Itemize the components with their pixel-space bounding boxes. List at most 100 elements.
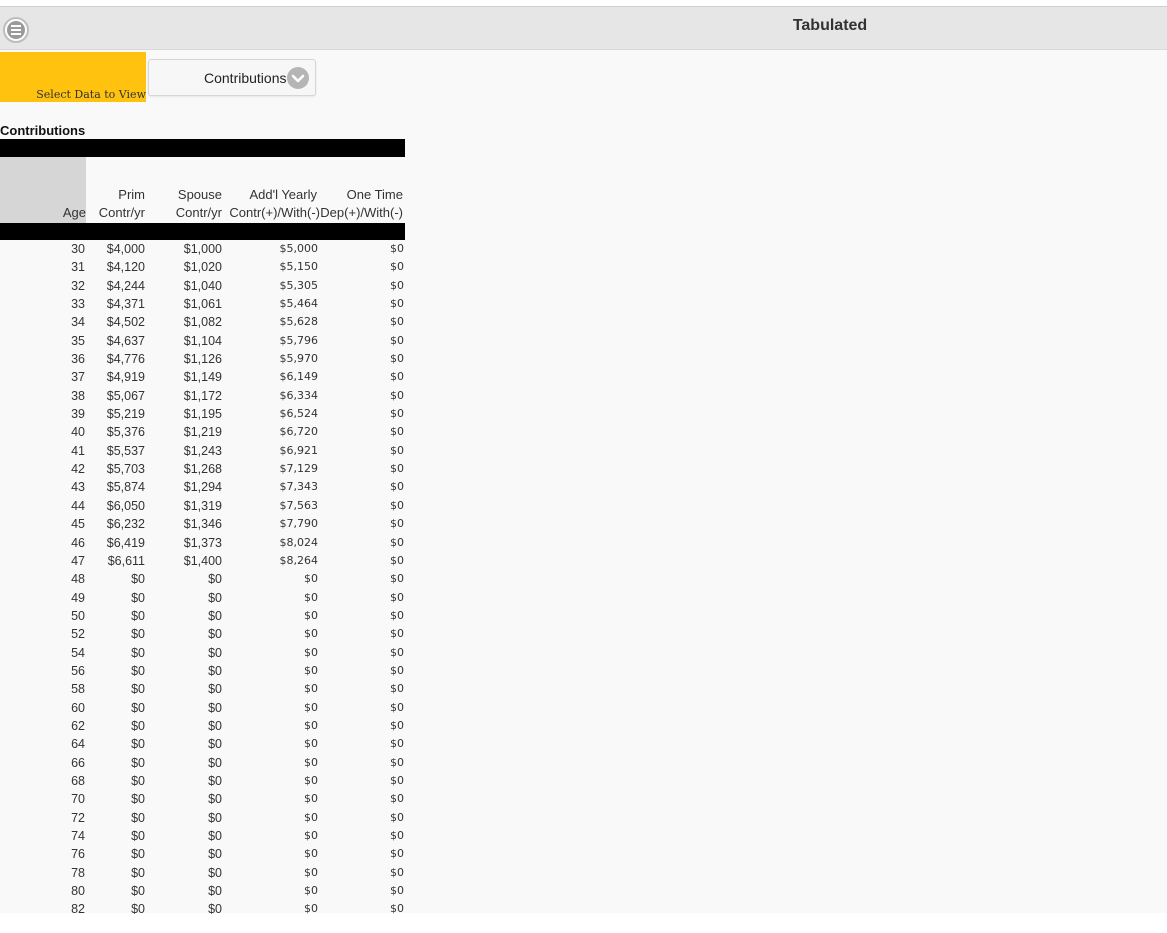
addl-yearly-cell: $0 (304, 700, 318, 714)
one-time-cell: $0 (390, 645, 404, 659)
prim-contr-cell: $4,919 (106, 370, 145, 385)
addl-yearly-cell: $5,970 (279, 352, 319, 366)
data-view-dropdown[interactable]: Contributions (148, 59, 316, 96)
addl-yearly-cell: $0 (304, 645, 318, 659)
table-row: 68 $0 $0 $0 $0 (0, 772, 405, 790)
table-row: 80 $0 $0 $0 $0 (0, 882, 405, 900)
age-cell: 49 (71, 590, 85, 605)
prim-contr-cell: $5,219 (106, 407, 145, 422)
addl-yearly-cell: $6,921 (279, 443, 319, 457)
header-onetime-line2: Dep(+)/With(-) (320, 205, 403, 220)
spouse-contr-cell: $1,373 (183, 535, 222, 550)
table-header-bar (0, 223, 405, 240)
spouse-contr-cell: $1,268 (183, 462, 222, 477)
age-cell: 80 (71, 884, 85, 899)
prim-contr-cell: $0 (131, 590, 145, 605)
menu-button[interactable] (3, 17, 29, 43)
addl-yearly-cell: $0 (304, 572, 318, 586)
addl-yearly-cell: $7,129 (279, 462, 319, 476)
spouse-contr-cell: $1,040 (183, 278, 222, 293)
age-cell: 35 (71, 333, 85, 348)
app-title: Tabulated (792, 17, 868, 34)
age-cell: 41 (71, 443, 85, 458)
one-time-cell: $0 (390, 498, 404, 512)
age-cell: 78 (71, 865, 85, 880)
table-row: 64 $0 $0 $0 $0 (0, 735, 405, 753)
addl-yearly-cell: $7,343 (279, 480, 319, 494)
one-time-cell: $0 (390, 865, 404, 879)
prim-contr-cell: $0 (131, 700, 145, 715)
table-row: 62 $0 $0 $0 $0 (0, 717, 405, 735)
one-time-cell: $0 (390, 902, 404, 916)
spouse-contr-cell: $0 (208, 627, 222, 642)
table-row: 40 $5,376 $1,219 $6,720 $0 (0, 423, 405, 441)
one-time-cell: $0 (390, 847, 404, 861)
age-cell: 32 (71, 278, 85, 293)
age-cell: 44 (71, 498, 85, 513)
prim-contr-cell: $5,537 (106, 443, 145, 458)
addl-yearly-cell: $6,524 (279, 407, 319, 421)
one-time-cell: $0 (390, 242, 404, 255)
age-cell: 68 (71, 773, 85, 788)
spouse-contr-cell: $1,346 (183, 517, 222, 532)
addl-yearly-cell: $8,024 (279, 535, 319, 549)
header-spouse-line1: Spouse (177, 187, 222, 202)
age-cell: 38 (71, 388, 85, 403)
table-row: 39 $5,219 $1,195 $6,524 $0 (0, 405, 405, 423)
spouse-contr-cell: $0 (208, 773, 222, 788)
table-row: 50 $0 $0 $0 $0 (0, 607, 405, 625)
one-time-cell: $0 (390, 663, 404, 677)
age-cell: 64 (71, 737, 85, 752)
spouse-contr-cell: $0 (208, 663, 222, 678)
addl-yearly-cell: $0 (304, 608, 318, 622)
one-time-cell: $0 (390, 297, 404, 311)
spouse-contr-cell: $0 (208, 810, 222, 825)
spouse-contr-cell: $0 (208, 590, 222, 605)
table-row: 76 $0 $0 $0 $0 (0, 845, 405, 863)
header-age: Age (62, 205, 86, 220)
one-time-cell: $0 (390, 535, 404, 549)
age-cell: 42 (71, 462, 85, 477)
spouse-contr-cell: $1,000 (183, 242, 222, 256)
addl-yearly-cell: $0 (304, 627, 318, 641)
one-time-cell: $0 (390, 278, 404, 292)
prim-contr-cell: $0 (131, 902, 145, 917)
one-time-cell: $0 (390, 884, 404, 898)
spouse-contr-cell: $1,319 (183, 498, 222, 513)
one-time-cell: $0 (390, 443, 404, 457)
age-cell: 47 (71, 553, 85, 568)
addl-yearly-cell: $0 (304, 737, 318, 751)
prim-contr-cell: $0 (131, 737, 145, 752)
addl-yearly-cell: $0 (304, 590, 318, 604)
chevron-down-icon (287, 67, 309, 89)
one-time-cell: $0 (390, 370, 404, 384)
one-time-cell: $0 (390, 480, 404, 494)
age-cell: 43 (71, 480, 85, 495)
table-row: 30 $4,000 $1,000 $5,000 $0 (0, 240, 405, 258)
addl-yearly-cell: $5,000 (279, 242, 319, 255)
age-cell: 48 (71, 572, 85, 587)
prim-contr-cell: $4,776 (106, 352, 145, 367)
addl-yearly-cell: $0 (304, 829, 318, 842)
table-row: 78 $0 $0 $0 $0 (0, 864, 405, 882)
spouse-contr-cell: $0 (208, 718, 222, 733)
addl-yearly-cell: $0 (304, 682, 318, 696)
one-time-cell: $0 (390, 517, 404, 531)
prim-contr-cell: $0 (131, 792, 145, 807)
table-row: 34 $4,502 $1,082 $5,628 $0 (0, 313, 405, 331)
table-row: 82 $0 $0 $0 $0 (0, 900, 405, 918)
table-row: 38 $5,067 $1,172 $6,334 $0 (0, 387, 405, 405)
menu-icon (7, 21, 25, 39)
age-cell: 54 (71, 645, 85, 660)
addl-yearly-cell: $0 (304, 755, 318, 769)
age-cell: 39 (71, 407, 85, 422)
table-row: 35 $4,637 $1,104 $5,796 $0 (0, 332, 405, 350)
table-row: 33 $4,371 $1,061 $5,464 $0 (0, 295, 405, 313)
dropdown-selected-value: Contributions (204, 70, 287, 86)
select-data-label: Select Data to View (36, 88, 146, 101)
spouse-contr-cell: $0 (208, 829, 222, 843)
spouse-contr-cell: $1,104 (183, 333, 222, 348)
prim-contr-cell: $0 (131, 608, 145, 623)
header-addl-line2: Contr(+)/With(-) (229, 205, 320, 220)
prim-contr-cell: $6,611 (107, 553, 145, 568)
